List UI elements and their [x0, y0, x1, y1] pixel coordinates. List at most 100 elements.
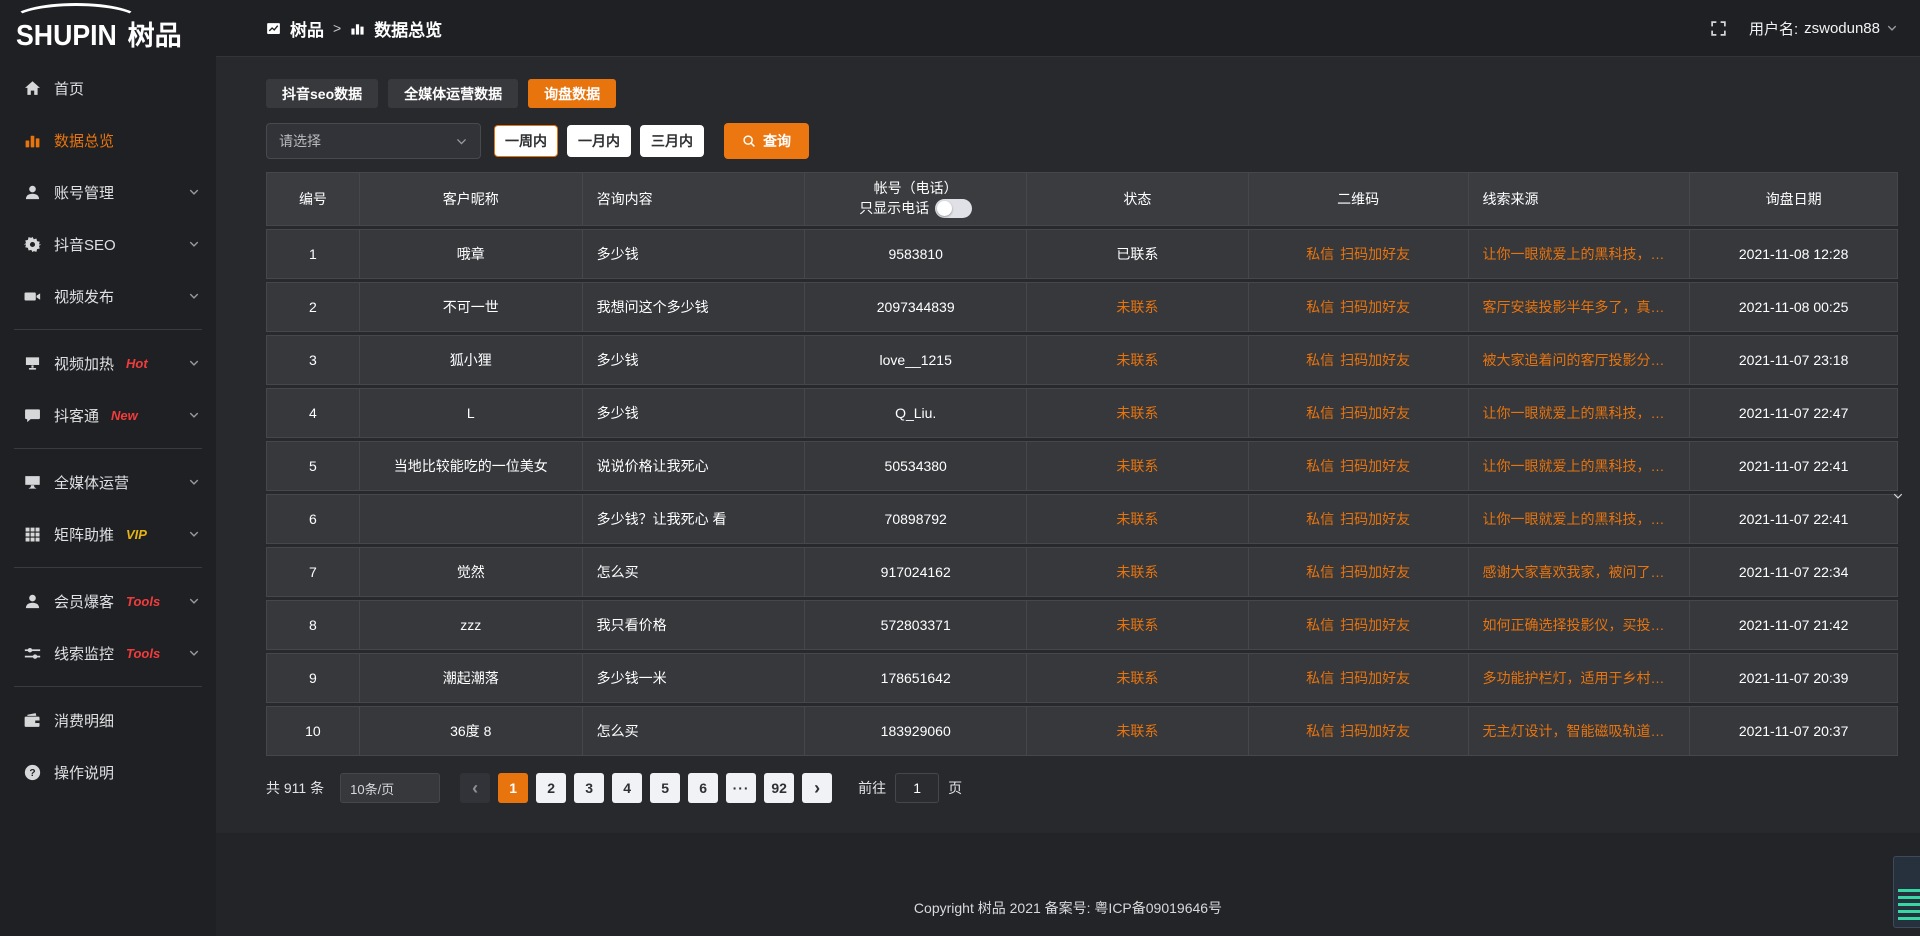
cell-date: 2021-11-07 21:42	[1690, 601, 1897, 649]
cell-id: 10	[267, 707, 360, 755]
cell-qrcode: 私信 扫码加好友	[1249, 707, 1469, 755]
breadcrumb-root[interactable]: 树品	[290, 16, 324, 41]
sidebar-item[interactable]: 数据总览	[0, 114, 216, 166]
scan-add-friend-link[interactable]: 扫码加好友	[1340, 403, 1410, 423]
trend-chart-icon	[266, 21, 281, 36]
scan-add-friend-link[interactable]: 扫码加好友	[1340, 456, 1410, 476]
dm-link[interactable]: 私信	[1306, 668, 1334, 688]
source-link[interactable]: 无主灯设计，智能磁吸轨道灯...	[1483, 721, 1676, 741]
next-page-button[interactable]: ›	[802, 773, 832, 803]
dm-link[interactable]: 私信	[1306, 403, 1334, 423]
table-body: 1 哦章 多少钱 9583810 已联系 私信 扫码加好友 让你一眼就爱上的黑科…	[266, 229, 1898, 756]
page-number-button[interactable]: 3	[574, 773, 604, 803]
user-menu[interactable]: 用户名: zswodun88	[1749, 18, 1898, 39]
sidebar-item[interactable]: 会员爆客 Tools	[0, 575, 216, 627]
sidebar-item[interactable]: 首页	[0, 62, 216, 114]
goto-page-input[interactable]	[895, 773, 939, 803]
page-size-select[interactable]: 10条/页	[340, 773, 440, 803]
period-button[interactable]: 一月内	[567, 125, 631, 157]
search-button[interactable]: 查询	[724, 123, 809, 159]
source-link[interactable]: 被大家追着问的客厅投影分享...	[1483, 350, 1676, 370]
period-button[interactable]: 三月内	[640, 125, 704, 157]
data-tab[interactable]: 全媒体运营数据	[388, 79, 518, 108]
table-row: 10 36度 8 怎么买 183929060 未联系 私信 扫码加好友 无主灯设…	[266, 706, 1898, 756]
dm-link[interactable]: 私信	[1306, 456, 1334, 476]
table-row: 5 当地比较能吃的一位美女 说说价格让我死心 50534380 未联系 私信 扫…	[266, 441, 1898, 491]
col-account-label: 帐号（电话）	[874, 180, 958, 197]
page-number-button[interactable]: 1	[498, 773, 528, 803]
user-name: zswodun88	[1804, 20, 1880, 37]
page-number-button[interactable]: 4	[612, 773, 642, 803]
sidebar-item[interactable]: 线索监控 Tools	[0, 627, 216, 679]
cell-content: 我只看价格	[583, 601, 806, 649]
source-link[interactable]: 多功能护栏灯，适用于乡村文...	[1483, 668, 1676, 688]
pagination: 共 911 条 10条/页 ‹ 1 2 3 4	[266, 773, 1898, 803]
sidebar-item[interactable]: 抖音SEO	[0, 218, 216, 270]
source-link[interactable]: 让你一眼就爱上的黑科技，能...	[1483, 456, 1676, 476]
breadcrumb: 树品 > 数据总览	[266, 16, 442, 41]
sidebar-item[interactable]: 消费明细	[0, 694, 216, 746]
page-number-button[interactable]: 2	[536, 773, 566, 803]
fullscreen-icon[interactable]	[1710, 20, 1727, 37]
source-link[interactable]: 如何正确选择投影仪，买投影...	[1483, 615, 1676, 635]
cell-date: 2021-11-07 23:18	[1690, 336, 1897, 384]
goto-page: 前往 页	[858, 773, 962, 803]
sidebar-item[interactable]: 账号管理	[0, 166, 216, 218]
data-tab[interactable]: 询盘数据	[528, 79, 616, 108]
scan-add-friend-link[interactable]: 扫码加好友	[1340, 297, 1410, 317]
prev-page-button[interactable]: ‹	[460, 773, 490, 803]
scan-add-friend-link[interactable]: 扫码加好友	[1340, 562, 1410, 582]
source-link[interactable]: 感谢大家喜欢我家，被问了好...	[1483, 562, 1676, 582]
table-row: 1 哦章 多少钱 9583810 已联系 私信 扫码加好友 让你一眼就爱上的黑科…	[266, 229, 1898, 279]
sidebar-item[interactable]: 抖客通 New	[0, 389, 216, 441]
dm-link[interactable]: 私信	[1306, 297, 1334, 317]
page-number-button[interactable]: 6	[688, 773, 718, 803]
cell-id: 5	[267, 442, 360, 490]
page-number-button[interactable]: ···	[726, 773, 756, 803]
sidebar-item[interactable]: 视频加热 Hot	[0, 337, 216, 389]
dm-link[interactable]: 私信	[1306, 721, 1334, 741]
menu-divider	[14, 329, 202, 330]
sidebar-item-badge: New	[111, 408, 138, 423]
page-number-button[interactable]: 5	[650, 773, 680, 803]
cell-qrcode: 私信 扫码加好友	[1249, 283, 1469, 331]
goto-label: 前往	[858, 778, 886, 798]
dm-link[interactable]: 私信	[1306, 244, 1334, 264]
data-tab[interactable]: 抖音seo数据	[266, 79, 378, 108]
scan-add-friend-link[interactable]: 扫码加好友	[1340, 615, 1410, 635]
dm-link[interactable]: 私信	[1306, 615, 1334, 635]
scan-add-friend-link[interactable]: 扫码加好友	[1340, 244, 1410, 264]
period-button[interactable]: 一周内	[494, 125, 558, 157]
floating-widget	[1893, 856, 1920, 928]
sidebar-item[interactable]: ? 操作说明	[0, 746, 216, 798]
dm-link[interactable]: 私信	[1306, 350, 1334, 370]
chat-icon	[24, 407, 41, 424]
source-link[interactable]: 客厅安装投影半年多了，真实...	[1483, 297, 1676, 317]
dm-link[interactable]: 私信	[1306, 509, 1334, 529]
source-link[interactable]: 让你一眼就爱上的黑科技，能...	[1483, 244, 1676, 264]
scan-add-friend-link[interactable]: 扫码加好友	[1340, 668, 1410, 688]
col-id: 编号	[267, 173, 360, 225]
sidebar-item-label: 全媒体运营	[54, 472, 129, 493]
table-row: 2 不可一世 我想问这个多少钱 2097344839 未联系 私信 扫码加好友 …	[266, 282, 1898, 332]
sidebar-menu-entry: 矩阵助推 VIP	[0, 508, 216, 560]
page-number-button[interactable]: 92	[764, 773, 794, 803]
table-row: 6 多少钱？让我死心 看 70898792 未联系 私信 扫码加好友 让你一眼就…	[266, 494, 1898, 544]
scan-add-friend-link[interactable]: 扫码加好友	[1340, 350, 1410, 370]
filter-select[interactable]: 请选择	[266, 123, 481, 159]
scan-add-friend-link[interactable]: 扫码加好友	[1340, 721, 1410, 741]
cell-content: 多少钱	[583, 230, 806, 278]
dm-link[interactable]: 私信	[1306, 562, 1334, 582]
sidebar-item[interactable]: 矩阵助推 VIP	[0, 508, 216, 560]
source-link[interactable]: 让你一眼就爱上的黑科技，能...	[1483, 509, 1676, 529]
col-status: 状态	[1027, 173, 1249, 225]
sidebar-item[interactable]: 视频发布	[0, 270, 216, 322]
scan-add-friend-link[interactable]: 扫码加好友	[1340, 509, 1410, 529]
chevron-down-icon	[188, 357, 200, 369]
sidebar-item[interactable]: 全媒体运营	[0, 456, 216, 508]
phone-only-toggle[interactable]	[935, 199, 972, 218]
cell-source: 被大家追着问的客厅投影分享...	[1469, 336, 1691, 384]
cell-nickname: L	[360, 389, 583, 437]
cell-date: 2021-11-07 22:41	[1690, 495, 1897, 543]
source-link[interactable]: 让你一眼就爱上的黑科技，能...	[1483, 403, 1676, 423]
